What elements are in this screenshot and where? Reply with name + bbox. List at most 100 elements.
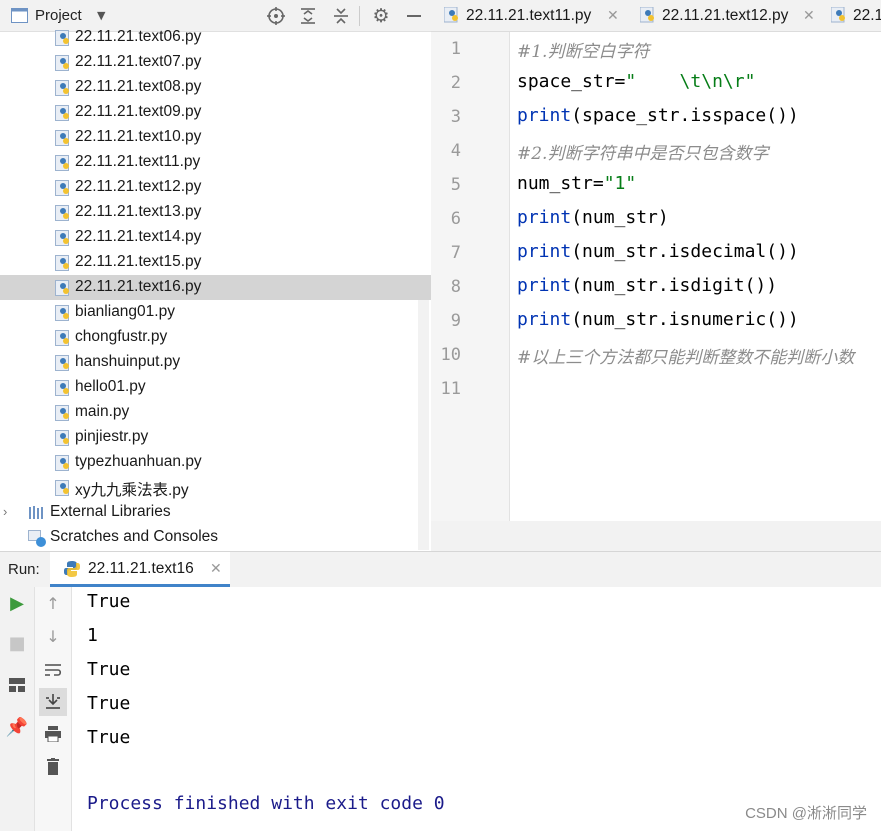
close-icon[interactable]: ✕ bbox=[803, 7, 815, 24]
python-file-icon bbox=[55, 205, 71, 221]
code-text: (num_str.isdecimal()) bbox=[571, 241, 799, 262]
comment: #以上三个方法都只能判断整数不能判断小数 bbox=[517, 348, 855, 368]
run-tab[interactable]: 22.11.21.text16 ✕ bbox=[50, 552, 230, 587]
tree-item-label: External Libraries bbox=[50, 503, 171, 520]
code-line-10: #以上三个方法都只能判断整数不能判断小数 bbox=[517, 343, 854, 368]
tree-item-label: hanshuinput.py bbox=[75, 353, 181, 370]
run-toolbar-primary: ▶ ■ 📌 bbox=[0, 587, 35, 831]
python-file-icon bbox=[831, 7, 845, 23]
tree-item-label: 22.11.21.text09.py bbox=[75, 103, 202, 120]
tree-item-file[interactable]: xy九九乘法表.py bbox=[0, 475, 431, 500]
keyword: print bbox=[517, 241, 572, 262]
code-line-3: print(space_str.isspace()) bbox=[517, 105, 799, 126]
tree-item-label: main.py bbox=[75, 403, 130, 420]
hide-panel-icon[interactable] bbox=[403, 5, 425, 27]
keyword: print bbox=[517, 105, 572, 126]
tree-item-file[interactable]: 22.11.21.text09.py bbox=[0, 100, 431, 125]
line-number-gutter: 1 2 3 4 5 6 7 8 9 10 11 bbox=[431, 32, 510, 521]
tab-partial[interactable]: 22.1 bbox=[823, 0, 881, 31]
code-text: (num_str.isdigit()) bbox=[571, 275, 778, 296]
editor-tab-bar: 22.11.21.text11.py ✕ 22.11.21.text12.py … bbox=[431, 0, 881, 32]
keyword: print bbox=[517, 309, 572, 330]
code-line-7: print(num_str.isdecimal()) bbox=[517, 241, 799, 262]
tree-item-file[interactable]: 22.11.21.text11.py bbox=[0, 150, 431, 175]
tree-item-file[interactable]: bianliang01.py bbox=[0, 300, 431, 325]
output-line: True bbox=[87, 591, 131, 612]
keyword: print bbox=[517, 207, 572, 228]
tree-item-file[interactable]: hello01.py bbox=[0, 375, 431, 400]
python-file-icon bbox=[55, 280, 71, 296]
line-number: 9 bbox=[450, 311, 461, 331]
code-line-6: print(num_str) bbox=[517, 207, 669, 228]
pin-icon[interactable]: 📌 bbox=[4, 715, 30, 741]
tree-item-label: 22.11.21.text10.py bbox=[75, 128, 202, 145]
tree-item-label: 22.11.21.text12.py bbox=[75, 178, 202, 195]
print-icon[interactable] bbox=[40, 721, 66, 747]
tree-item-file[interactable]: 22.11.21.text08.py bbox=[0, 75, 431, 100]
tree-item-label: hello01.py bbox=[75, 378, 146, 395]
tree-item-file[interactable]: 22.11.21.text12.py bbox=[0, 175, 431, 200]
tree-item-file[interactable]: typezhuanhuan.py bbox=[0, 450, 431, 475]
code-text: (space_str.isspace()) bbox=[571, 105, 799, 126]
output-line: True bbox=[87, 659, 131, 680]
stop-icon[interactable]: ■ bbox=[4, 631, 30, 657]
tree-item-file[interactable]: chongfustr.py bbox=[0, 325, 431, 350]
layout-icon[interactable] bbox=[4, 672, 30, 698]
collapse-all-icon[interactable] bbox=[330, 5, 352, 27]
console-output[interactable]: True 1 True True True Process finished w… bbox=[72, 587, 881, 831]
project-title[interactable]: Project bbox=[35, 7, 82, 24]
soft-wrap-icon[interactable] bbox=[40, 657, 66, 683]
tree-item-external-libraries[interactable]: › External Libraries bbox=[0, 500, 431, 525]
toolbar-divider bbox=[359, 6, 360, 26]
python-icon bbox=[64, 561, 80, 577]
locate-icon[interactable] bbox=[265, 5, 287, 27]
scratches-icon bbox=[28, 530, 46, 547]
trash-icon[interactable] bbox=[40, 754, 66, 780]
code-line-1: #1.判断空白字符 bbox=[517, 37, 649, 62]
line-number: 5 bbox=[450, 175, 461, 195]
tree-item-file[interactable]: 22.11.21.text06.py bbox=[0, 25, 431, 50]
scroll-to-end-icon[interactable] bbox=[39, 688, 67, 716]
python-file-icon bbox=[640, 7, 654, 23]
tab-label: 22.11.21.text12.py bbox=[662, 7, 789, 24]
tree-item-file[interactable]: hanshuinput.py bbox=[0, 350, 431, 375]
tree-item-scratches[interactable]: Scratches and Consoles bbox=[0, 525, 431, 550]
tab-text11[interactable]: 22.11.21.text11.py ✕ bbox=[431, 0, 627, 31]
close-icon[interactable]: ✕ bbox=[607, 7, 619, 24]
arrow-down-icon[interactable]: ↓ bbox=[40, 624, 66, 650]
comment: #2.判断字符串中是否只包含数字 bbox=[517, 144, 769, 164]
code-text: num_str= bbox=[517, 173, 604, 194]
tree-item-file[interactable]: pinjiestr.py bbox=[0, 425, 431, 450]
string-literal: " \t\n\r" bbox=[625, 71, 756, 92]
tree-item-file[interactable]: 22.11.21.text07.py bbox=[0, 50, 431, 75]
tree-item-file[interactable]: 22.11.21.text15.py bbox=[0, 250, 431, 275]
code-area[interactable]: #1.判断空白字符 space_str=" \t\n\r" print(spac… bbox=[510, 32, 881, 521]
tree-item-label: 22.11.21.text13.py bbox=[75, 203, 202, 220]
tree-item-file[interactable]: 22.11.21.text14.py bbox=[0, 225, 431, 250]
tree-item-file[interactable]: 22.11.21.text13.py bbox=[0, 200, 431, 225]
tree-item-file[interactable]: main.py bbox=[0, 400, 431, 425]
line-number: 11 bbox=[440, 379, 461, 399]
line-number: 7 bbox=[450, 243, 461, 263]
rerun-icon[interactable]: ▶ bbox=[4, 591, 30, 617]
scrollbar-track[interactable] bbox=[418, 300, 429, 550]
tree-item-label: 22.11.21.text15.py bbox=[75, 253, 202, 270]
tree-item-file[interactable]: 22.11.21.text16.py bbox=[0, 275, 431, 300]
python-file-icon bbox=[55, 105, 71, 121]
tab-text12[interactable]: 22.11.21.text12.py ✕ bbox=[627, 0, 823, 31]
arrow-up-icon[interactable]: ↑ bbox=[40, 591, 66, 617]
line-number: 1 bbox=[450, 39, 461, 59]
expand-all-icon[interactable] bbox=[297, 5, 319, 27]
tree-item-label: Scratches and Consoles bbox=[50, 528, 219, 545]
gear-icon[interactable]: ⚙ bbox=[370, 5, 392, 27]
chevron-down-icon[interactable]: ▼ bbox=[97, 9, 105, 22]
line-number: 3 bbox=[450, 107, 461, 127]
python-file-icon bbox=[55, 155, 71, 171]
line-number: 2 bbox=[450, 73, 461, 93]
tree-item-file[interactable]: 22.11.21.text10.py bbox=[0, 125, 431, 150]
close-icon[interactable]: ✕ bbox=[210, 561, 222, 577]
code-line-2: space_str=" \t\n\r" bbox=[517, 71, 755, 92]
tree-item-label: chongfustr.py bbox=[75, 328, 168, 345]
python-file-icon bbox=[55, 430, 71, 446]
chevron-right-icon[interactable]: › bbox=[3, 504, 7, 519]
